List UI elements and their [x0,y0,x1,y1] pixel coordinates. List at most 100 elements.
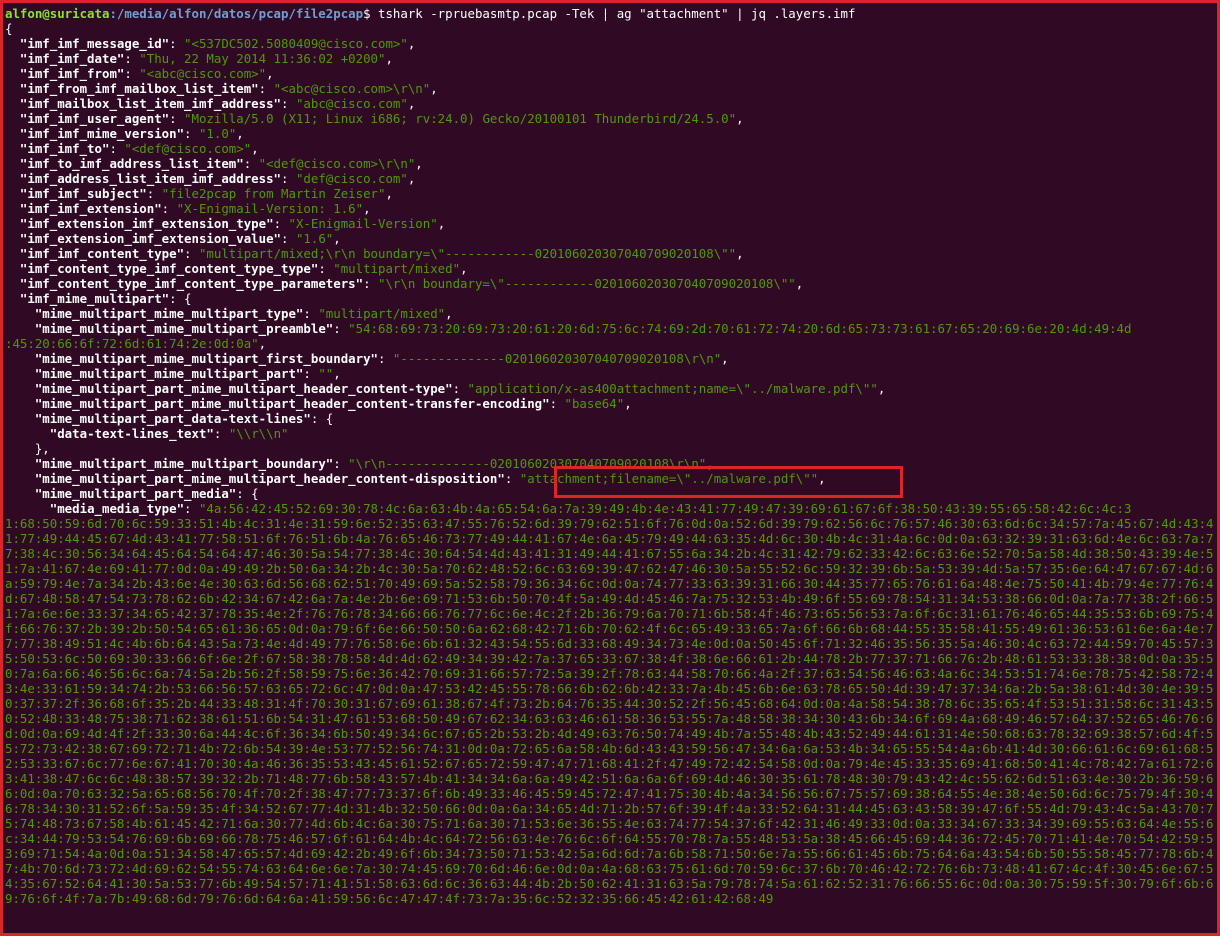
json-punctuation: , [437,216,446,231]
json-line: "imf_imf_extension": "X-Enigmail-Version… [19,201,371,216]
json-line: "mime_multipart_mime_multipart_preamble"… [34,321,1132,336]
json-punctuation: , [445,306,453,321]
json-value: "multipart/mixed" [333,261,461,276]
json-punctuation: , [333,231,341,246]
json-value: "X-Enigmail-Version" [288,216,438,231]
json-value: "multipart/mixed;\r\n boundary=\"-------… [198,246,737,261]
json-key: "imf_mailbox_list_item_imf_address" [19,96,282,111]
json-line: "mime_multipart_mime_multipart_first_bou… [34,351,729,366]
json-value: "\\r\\n" [228,426,289,441]
json-line: "imf_imf_content_type": "multipart/mixed… [19,246,744,261]
json-line: "imf_imf_message_id": "<537DC502.5080409… [19,36,416,51]
json-key: "mime_multipart_part_mime_multipart_head… [34,396,550,411]
json-value: "base64" [564,396,625,411]
json-key: "imf_imf_content_type" [19,246,185,261]
json-value: "54:68:69:73:20:69:73:20:61:20:6d:75:6c:… [348,321,1132,336]
json-punctuation: }, [34,441,50,456]
json-value: "4a:56:42:45:52:69:30:78:4c:6a:63:4b:4a:… [198,501,1132,516]
json-line: "data-text-lines_text": "\\r\\n" [49,426,289,441]
json-key: "data-text-lines_text" [49,426,214,441]
json-punctuation: , [736,246,744,261]
json-punctuation: , [258,336,267,351]
json-value: "" [318,366,334,381]
json-key: "mime_multipart_part_mime_multipart_head… [34,381,453,396]
json-line: "imf_imf_from": "<abc@cisco.com>", [19,66,274,81]
json-value: "<def@cisco.com>\r\n" [258,156,416,171]
json-key: "imf_address_list_item_imf_address" [19,171,282,186]
json-line: "imf_content_type_imf_content_type_param… [19,276,804,291]
json-line: "imf_imf_mime_version": "1.0", [19,126,244,141]
media-type-hex-dump: 1:68:50:59:6d:70:6c:59:33:51:4b:4c:31:4e… [5,516,1214,906]
json-punctuation: , [460,261,468,276]
prompt-symbol: $ [363,6,378,21]
json-punctuation: , [333,366,341,381]
json-line: "mime_multipart_part_mime_multipart_head… [34,396,632,411]
json-line: "mime_multipart_part_mime_multipart_head… [34,381,886,396]
json-key: "imf_mime_multipart" [19,291,170,306]
json-key: "mime_multipart_mime_multipart_type" [34,306,304,321]
json-output: { "imf_imf_message_id": "<537DC502.50804… [5,21,1215,516]
json-key: "imf_imf_message_id" [19,36,170,51]
json-key: "mime_multipart_part_data-text-lines" [34,411,311,426]
json-line: "imf_imf_subject": "file2pcap from Marti… [19,186,393,201]
prompt-line: alfon@suricata:/media/alfon/datos/pcap/f… [5,6,1215,21]
json-line: "imf_to_imf_address_list_item": "<def@ci… [19,156,423,171]
json-line: }, [5,441,1215,456]
json-value: "1.0" [198,126,237,141]
json-value: "<abc@cisco.com>" [139,66,267,81]
json-punctuation: , [430,81,438,96]
json-key: "mime_multipart_mime_multipart_preamble" [34,321,334,336]
json-line: "mime_multipart_part_data-text-lines": { [5,411,1215,426]
json-key: "mime_multipart_mime_multipart_part" [34,366,304,381]
json-key: "imf_imf_extension" [19,201,162,216]
json-key: "imf_imf_to" [19,141,110,156]
json-key: "mime_multipart_part_media" [34,486,237,501]
json-punctuation: : { [169,291,192,306]
json-value: "--------------020106020307040709020108\… [392,351,722,366]
json-value: "1.6" [295,231,334,246]
json-line: "imf_imf_date": "Thu, 22 May 2014 11:36:… [19,51,393,66]
json-punctuation: , [236,126,244,141]
prompt-path: :/media/alfon/datos/pcap/file2pcap [109,6,364,21]
json-key: "imf_from_imf_mailbox_list_item" [19,81,259,96]
json-punctuation: { [5,21,13,36]
json-value: "Thu, 22 May 2014 11:36:02 +0200" [139,51,386,66]
json-punctuation: , [385,51,393,66]
json-key: "mime_multipart_mime_multipart_first_bou… [34,351,378,366]
json-value: "<537DC502.5080409@cisco.com>" [184,36,408,51]
json-line: "mime_multipart_mime_multipart_part": ""… [34,366,341,381]
json-punctuation: , [877,381,886,396]
json-punctuation: : { [236,486,259,501]
json-value: "def@cisco.com" [295,171,408,186]
command-text: tshark -rpruebasmtp.pcap -Tek | ag "atta… [378,6,856,21]
json-line: { [5,21,1215,36]
json-key: "imf_imf_date" [19,51,125,66]
json-line: "imf_extension_imf_extension_type": "X-E… [19,216,446,231]
json-key: "imf_to_imf_address_list_item" [19,156,244,171]
json-key: "imf_imf_mime_version" [19,126,185,141]
json-value: "application/x-as400attachment;name=\"..… [467,381,878,396]
json-line: "imf_extension_imf_extension_value": "1.… [19,231,341,246]
terminal-output: alfon@suricata:/media/alfon/datos/pcap/f… [5,6,1215,906]
json-value: "\r\n boundary=\"------------02010602030… [378,276,796,291]
prompt-user-host: alfon@suricata [5,6,110,21]
json-punctuation: : { [310,411,334,426]
json-value: "file2pcap from Martin Zeiser" [161,186,386,201]
content-disposition-highlight-box [554,466,903,498]
json-punctuation: , [266,66,274,81]
json-punctuation: , [385,186,393,201]
json-line: "media_media_type": "4a:56:42:45:52:69:3… [49,501,1132,516]
json-line: "imf_mime_multipart": { [5,291,1215,306]
json-key: "media_media_type" [49,501,185,516]
json-value: "X-Enigmail-Version: 1.6" [176,201,364,216]
json-value: :45:20:66:6f:72:6d:61:74:2e:0d:0a" [5,336,259,351]
json-line: "imf_from_imf_mailbox_list_item": "<abc@… [19,81,438,96]
json-line: "imf_imf_user_agent": "Mozilla/5.0 (X11;… [19,111,744,126]
json-value: "<def@cisco.com>" [124,141,252,156]
terminal-window: alfon@suricata:/media/alfon/datos/pcap/f… [0,0,1220,936]
json-key: "mime_multipart_mime_multipart_boundary" [34,456,334,471]
json-punctuation: , [407,96,416,111]
json-key: "imf_content_type_imf_content_type_param… [19,276,364,291]
json-line: "imf_address_list_item_imf_address": "de… [19,171,416,186]
json-line: :45:20:66:6f:72:6d:61:74:2e:0d:0a", [5,336,1215,351]
